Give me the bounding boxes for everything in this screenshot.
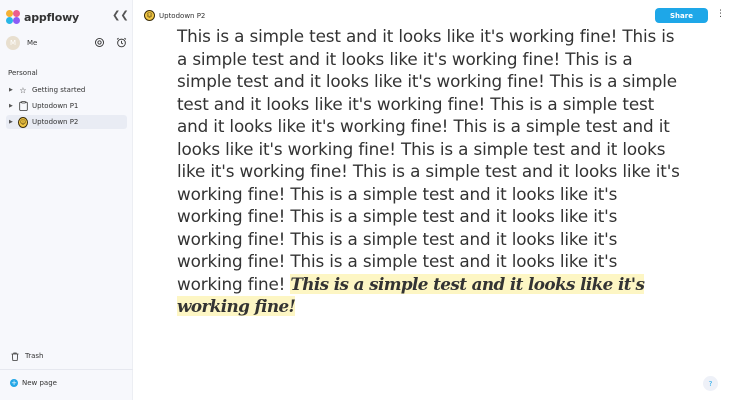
page-title: Uptodown P2	[159, 11, 206, 20]
more-options-icon[interactable]: ⋮	[716, 9, 725, 19]
clipboard-icon	[18, 101, 28, 111]
document-text[interactable]: This is a simple test and it looks like …	[177, 26, 680, 294]
settings-gear-icon[interactable]	[92, 35, 106, 49]
grinning-face-icon: ☺	[18, 116, 28, 128]
breadcrumb[interactable]: ☺ Uptodown P2	[144, 10, 205, 21]
sidebar-item-uptodown-p2[interactable]: ▶ ☺ Uptodown P2	[6, 115, 127, 129]
caret-right-icon[interactable]: ▶	[9, 103, 15, 109]
section-label-personal: Personal	[8, 69, 38, 77]
app-logo: appflowy	[6, 9, 79, 25]
sidebar-item-label: Uptodown P1	[32, 102, 79, 110]
new-page-button[interactable]: + New page	[10, 379, 57, 387]
appflowy-logo-icon	[6, 10, 20, 24]
sidebar-item-getting-started[interactable]: ▶ ☆ Getting started	[6, 83, 127, 97]
caret-right-icon[interactable]: ▶	[9, 87, 15, 93]
plus-icon: +	[10, 379, 18, 387]
trash-icon	[10, 351, 20, 361]
trash-label: Trash	[25, 352, 44, 360]
user-name: Me	[27, 39, 38, 47]
sidebar-item-label: Getting started	[32, 86, 86, 94]
app-name: appflowy	[24, 10, 80, 24]
alarm-clock-icon[interactable]	[114, 35, 128, 49]
share-button[interactable]: Share	[655, 8, 708, 23]
help-button[interactable]: ?	[703, 376, 718, 391]
new-page-label: New page	[22, 379, 57, 387]
sidebar-item-uptodown-p1[interactable]: ▶ Uptodown P1	[6, 99, 127, 113]
collapse-sidebar-icon[interactable]: ❮❮	[112, 10, 129, 21]
sidebar-divider	[0, 369, 133, 370]
star-icon: ☆	[19, 85, 27, 95]
grinning-face-icon: ☺	[144, 10, 155, 21]
sidebar-item-label: Uptodown P2	[32, 118, 79, 126]
avatar[interactable]: M	[6, 36, 20, 50]
user-row: M Me	[6, 35, 128, 51]
caret-right-icon[interactable]: ▶	[9, 119, 15, 125]
trash-button[interactable]: Trash	[10, 351, 44, 361]
sidebar: appflowy ❮❮ M Me Personal ▶ ☆ Getting st…	[0, 0, 133, 400]
document-editor[interactable]: This is a simple test and it looks like …	[177, 25, 685, 318]
